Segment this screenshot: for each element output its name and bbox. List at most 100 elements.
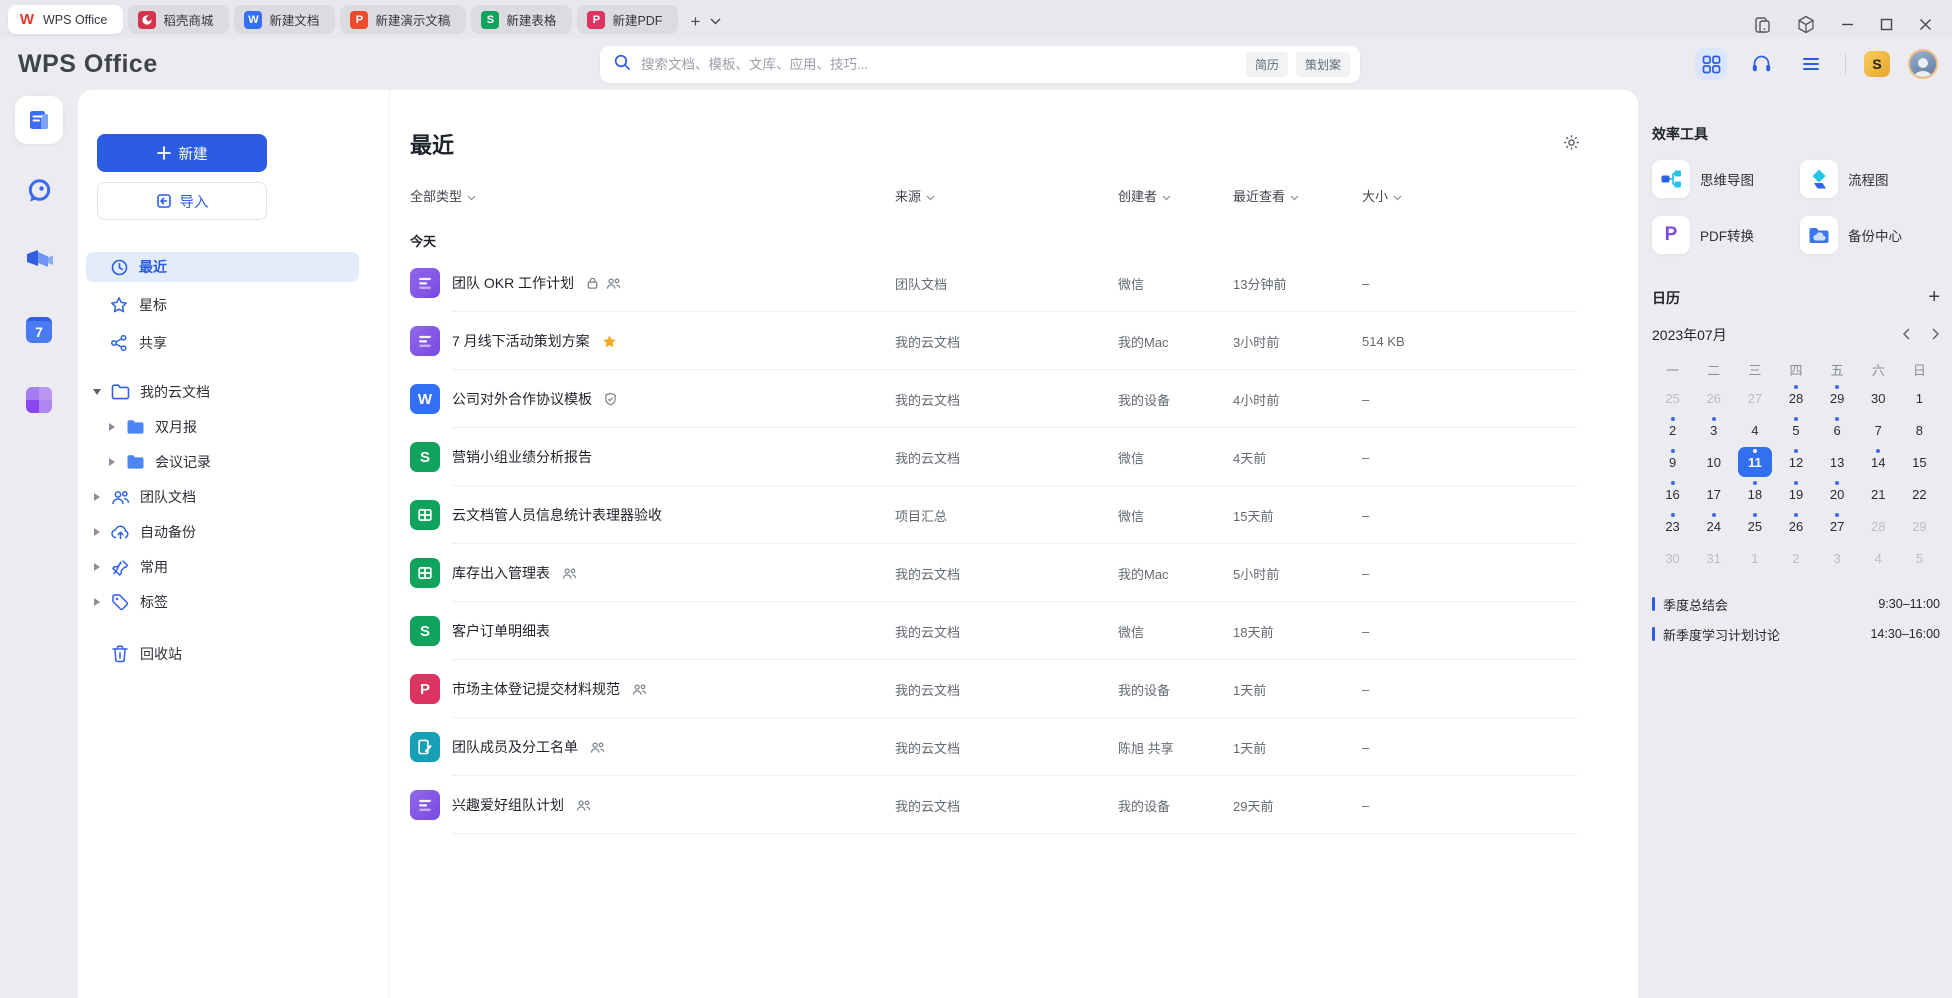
calendar-day[interactable]: 14: [1858, 447, 1899, 477]
calendar-day[interactable]: 13: [1817, 447, 1858, 477]
support-headset-icon[interactable]: [1745, 48, 1777, 80]
tab-docer[interactable]: 稻壳商城: [128, 5, 229, 34]
next-month-icon[interactable]: [1932, 327, 1940, 343]
settings-gear-icon[interactable]: [1563, 134, 1580, 156]
expand-expander-icon[interactable]: [90, 493, 104, 501]
new-document-button[interactable]: 新建: [97, 134, 267, 172]
calendar-day[interactable]: 3: [1693, 415, 1734, 445]
calendar-day[interactable]: 23: [1652, 511, 1693, 541]
calendar-day[interactable]: 26: [1693, 383, 1734, 413]
sidebar-item-cloud-docs[interactable]: 我的云文档: [78, 378, 389, 406]
search-bar[interactable]: 简历 策划案: [600, 46, 1360, 83]
sidebar-item-shared[interactable]: 共享: [86, 328, 359, 358]
calendar-day[interactable]: 17: [1693, 479, 1734, 509]
calendar-day-selected[interactable]: 11: [1738, 447, 1772, 477]
calendar-day[interactable]: 28: [1858, 511, 1899, 541]
apps-grid-icon[interactable]: [1695, 48, 1727, 80]
calendar-day[interactable]: 16: [1652, 479, 1693, 509]
event-item[interactable]: 季度总结会9:30–11:00: [1652, 589, 1940, 619]
filter-size[interactable]: 大小: [1362, 186, 1578, 205]
expand-expander-icon[interactable]: [90, 528, 104, 536]
calendar-day[interactable]: 20: [1817, 479, 1858, 509]
sidebar-item-auto-backup[interactable]: 自动备份: [78, 518, 389, 546]
tab-wps-logo[interactable]: WWPS Office: [8, 5, 123, 34]
sidebar-item-meeting-notes[interactable]: 会议记录: [78, 448, 389, 476]
file-row[interactable]: W公司对外合作协议模板我的云文档我的设备4小时前–: [410, 370, 1578, 428]
calendar-day[interactable]: 24: [1693, 511, 1734, 541]
prev-month-icon[interactable]: [1902, 327, 1910, 343]
file-row[interactable]: P市场主体登记提交材料规范我的云文档我的设备1天前–: [410, 660, 1578, 718]
filter-source[interactable]: 来源: [895, 186, 1118, 205]
calendar-day[interactable]: 6: [1817, 415, 1858, 445]
expand-expander-icon[interactable]: [105, 458, 119, 466]
search-tag-resume[interactable]: 简历: [1246, 52, 1288, 77]
file-row[interactable]: 兴趣爱好组队计划我的云文档我的设备29天前–: [410, 776, 1578, 834]
calendar-day[interactable]: 31: [1693, 543, 1734, 573]
tool-mindmap[interactable]: 思维导图: [1652, 160, 1792, 198]
tab-list-dropdown[interactable]: [710, 18, 721, 25]
expand-expander-icon[interactable]: [90, 563, 104, 571]
add-event-button[interactable]: +: [1928, 286, 1940, 309]
file-row[interactable]: S客户订单明细表我的云文档微信18天前–: [410, 602, 1578, 660]
calendar-day[interactable]: 3: [1817, 543, 1858, 573]
mobile-sync-icon[interactable]: [1754, 16, 1771, 34]
calendar-day[interactable]: 30: [1652, 543, 1693, 573]
calendar-day[interactable]: 1: [1899, 383, 1940, 413]
calendar-day[interactable]: 27: [1734, 383, 1775, 413]
tab-ppt[interactable]: P新建演示文稿: [340, 5, 466, 34]
sidebar-item-bimonthly[interactable]: 双月报: [78, 413, 389, 441]
new-tab-button[interactable]: +: [690, 13, 700, 30]
rail-calendar-icon[interactable]: 7: [15, 306, 63, 354]
calendar-day[interactable]: 10: [1693, 447, 1734, 477]
user-avatar[interactable]: [1908, 49, 1938, 79]
calendar-day[interactable]: 4: [1858, 543, 1899, 573]
calendar-day[interactable]: 2: [1775, 543, 1816, 573]
calendar-day[interactable]: 5: [1899, 543, 1940, 573]
calendar-day[interactable]: 30: [1858, 383, 1899, 413]
filter-viewed[interactable]: 最近查看: [1233, 186, 1362, 205]
file-row[interactable]: 团队 OKR 工作计划团队文档微信13分钟前–: [410, 254, 1578, 312]
menu-icon[interactable]: [1795, 48, 1827, 80]
calendar-day[interactable]: 29: [1899, 511, 1940, 541]
sidebar-item-tags[interactable]: 标签: [78, 588, 389, 616]
sidebar-item-recent[interactable]: 最近: [86, 252, 359, 282]
workspace-cube-icon[interactable]: [1797, 15, 1815, 34]
filter-type[interactable]: 全部类型: [410, 186, 895, 205]
sidebar-item-team-docs[interactable]: 团队文档: [78, 483, 389, 511]
file-row[interactable]: 库存出入管理表我的云文档我的Mac5小时前–: [410, 544, 1578, 602]
calendar-day[interactable]: 2: [1652, 415, 1693, 445]
maximize-button[interactable]: [1880, 18, 1893, 31]
calendar-day[interactable]: 26: [1775, 511, 1816, 541]
sidebar-item-frequent[interactable]: 常用: [78, 553, 389, 581]
tab-doc[interactable]: W新建文档: [234, 5, 335, 34]
file-row[interactable]: S营销小组业绩分析报告我的云文档微信4天前–: [410, 428, 1578, 486]
calendar-day[interactable]: 12: [1775, 447, 1816, 477]
tool-flowchart[interactable]: 流程图: [1800, 160, 1940, 198]
import-button[interactable]: 导入: [97, 182, 267, 220]
calendar-day[interactable]: 22: [1899, 479, 1940, 509]
event-item[interactable]: 新季度学习计划讨论14:30–16:00: [1652, 619, 1940, 649]
rail-apps-icon[interactable]: [15, 376, 63, 424]
calendar-day[interactable]: 15: [1899, 447, 1940, 477]
tab-sheet[interactable]: S新建表格: [471, 5, 572, 34]
rail-chat-icon[interactable]: [15, 166, 63, 214]
rail-docs-icon[interactable]: [15, 96, 63, 144]
file-row[interactable]: 7 月线下活动策划方案我的云文档我的Mac3小时前514 KB: [410, 312, 1578, 370]
calendar-day[interactable]: 25: [1734, 511, 1775, 541]
calendar-day[interactable]: 1: [1734, 543, 1775, 573]
calendar-day[interactable]: 7: [1858, 415, 1899, 445]
calendar-day[interactable]: 5: [1775, 415, 1816, 445]
rail-meeting-icon[interactable]: [15, 236, 63, 284]
search-input[interactable]: [641, 57, 1238, 72]
file-row[interactable]: 团队成员及分工名单我的云文档陈旭 共享1天前–: [410, 718, 1578, 776]
expand-expander-icon[interactable]: [90, 598, 104, 606]
calendar-day[interactable]: 29: [1817, 383, 1858, 413]
calendar-day[interactable]: 8: [1899, 415, 1940, 445]
calendar-day[interactable]: 4: [1734, 415, 1775, 445]
filter-creator[interactable]: 创建者: [1118, 186, 1233, 205]
tool-pdf-convert[interactable]: P PDF转换: [1652, 216, 1792, 254]
close-button[interactable]: [1919, 18, 1932, 31]
vip-badge-icon[interactable]: S: [1864, 51, 1890, 77]
calendar-day[interactable]: 9: [1652, 447, 1693, 477]
file-row[interactable]: 云文档管人员信息统计表理器验收项目汇总微信15天前–: [410, 486, 1578, 544]
